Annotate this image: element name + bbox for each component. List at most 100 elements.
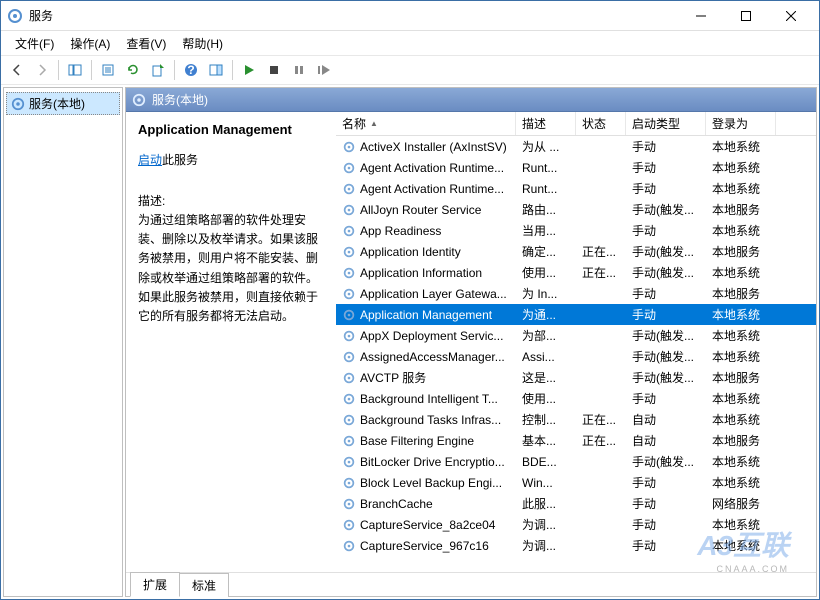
toolbar: ? [1,55,819,85]
table-row[interactable]: CaptureService_967c16为调...手动本地系统 [336,535,816,556]
cell-logon: 本地系统 [706,327,776,344]
cell-logon: 本地系统 [706,222,776,239]
view-tabs: 扩展 标准 [126,572,816,596]
cell-start: 手动 [626,222,706,239]
cell-desc: 此服... [516,495,576,512]
action-pane-button[interactable] [204,58,228,82]
cell-logon: 本地系统 [706,306,776,323]
cell-logon: 本地系统 [706,264,776,281]
tree-node-label: 服务(本地) [29,95,85,112]
cell-name: AssignedAccessManager... [336,350,516,364]
cell-start: 自动 [626,411,706,428]
table-row[interactable]: AVCTP 服务这是...手动(触发...本地服务 [336,367,816,388]
forward-button[interactable] [30,58,54,82]
close-button[interactable] [768,2,813,30]
maximize-button[interactable] [723,2,768,30]
col-state[interactable]: 状态 [576,112,626,135]
table-row[interactable]: AppX Deployment Servic...为部...手动(触发...本地… [336,325,816,346]
tab-extended[interactable]: 扩展 [130,572,180,597]
cell-logon: 本地系统 [706,453,776,470]
tree-node-services-local[interactable]: 服务(本地) [6,92,120,115]
menu-view[interactable]: 查看(V) [120,33,172,54]
restart-service-button[interactable] [312,58,336,82]
start-service-button[interactable] [237,58,261,82]
col-name[interactable]: 名称▲ [336,112,516,135]
table-row[interactable]: Base Filtering Engine基本...正在...自动本地服务 [336,430,816,451]
col-desc[interactable]: 描述 [516,112,576,135]
start-suffix: 此服务 [162,153,198,167]
start-service-link[interactable]: 启动 [138,153,162,167]
list-header: 名称▲ 描述 状态 启动类型 登录为 [336,112,816,136]
col-logon[interactable]: 登录为 [706,112,776,135]
detail-panel: Application Management 启动此服务 描述: 为通过组策略部… [126,112,336,572]
col-start[interactable]: 启动类型 [626,112,706,135]
cell-desc: Win... [516,476,576,490]
cell-desc: 使用... [516,264,576,281]
show-hide-tree-button[interactable] [63,58,87,82]
table-row[interactable]: CaptureService_8a2ce04为调...手动本地系统 [336,514,816,535]
cell-logon: 本地服务 [706,369,776,386]
table-row[interactable]: Agent Activation Runtime...Runt...手动本地系统 [336,178,816,199]
cell-name: Base Filtering Engine [336,434,516,448]
services-icon [132,93,146,107]
refresh-button[interactable] [121,58,145,82]
help-button[interactable]: ? [179,58,203,82]
pane-header: 服务(本地) [126,88,816,112]
table-row[interactable]: Application Information使用...正在...手动(触发..… [336,262,816,283]
cell-name: Block Level Backup Engi... [336,476,516,490]
table-row[interactable]: AssignedAccessManager...Assi...手动(触发...本… [336,346,816,367]
table-row[interactable]: Application Layer Gatewa...为 In...手动本地服务 [336,283,816,304]
cell-state: 正在... [576,432,626,449]
table-row[interactable]: Background Tasks Infras...控制...正在...自动本地… [336,409,816,430]
titlebar[interactable]: 服务 [1,1,819,31]
cell-name: Background Intelligent T... [336,392,516,406]
cell-desc: 使用... [516,390,576,407]
export-button[interactable] [146,58,170,82]
cell-start: 手动(触发... [626,201,706,218]
console-tree[interactable]: 服务(本地) [3,87,123,597]
cell-name: Agent Activation Runtime... [336,182,516,196]
table-row[interactable]: Application Management为通...手动本地系统 [336,304,816,325]
properties-button[interactable] [96,58,120,82]
menu-file[interactable]: 文件(F) [9,33,60,54]
cell-start: 手动 [626,390,706,407]
cell-start: 手动 [626,495,706,512]
minimize-button[interactable] [678,2,723,30]
table-row[interactable]: AllJoyn Router Service路由...手动(触发...本地服务 [336,199,816,220]
list-body[interactable]: ActiveX Installer (AxInstSV)为从 ...手动本地系统… [336,136,816,572]
result-pane: 服务(本地) Application Management 启动此服务 描述: … [125,87,817,597]
table-row[interactable]: App Readiness当用...手动本地系统 [336,220,816,241]
table-row[interactable]: Block Level Backup Engi...Win...手动本地系统 [336,472,816,493]
services-icon [11,97,25,111]
pause-service-button[interactable] [287,58,311,82]
menu-help[interactable]: 帮助(H) [176,33,229,54]
cell-logon: 本地系统 [706,411,776,428]
toolbar-separator [91,60,92,80]
detail-start-line: 启动此服务 [138,151,324,168]
back-button[interactable] [5,58,29,82]
services-window: 服务 文件(F) 操作(A) 查看(V) 帮助(H) ? [0,0,820,600]
cell-desc: 这是... [516,369,576,386]
cell-name: Background Tasks Infras... [336,413,516,427]
menubar: 文件(F) 操作(A) 查看(V) 帮助(H) [1,31,819,55]
stop-service-button[interactable] [262,58,286,82]
cell-start: 手动 [626,537,706,554]
table-row[interactable]: ActiveX Installer (AxInstSV)为从 ...手动本地系统 [336,136,816,157]
cell-desc: 当用... [516,222,576,239]
table-row[interactable]: Agent Activation Runtime...Runt...手动本地系统 [336,157,816,178]
cell-start: 手动(触发... [626,369,706,386]
service-list: 名称▲ 描述 状态 启动类型 登录为 ActiveX Installer (Ax… [336,112,816,572]
table-row[interactable]: Application Identity确定...正在...手动(触发...本地… [336,241,816,262]
services-app-icon [7,8,23,24]
cell-start: 自动 [626,432,706,449]
cell-start: 手动 [626,180,706,197]
tab-standard[interactable]: 标准 [179,573,229,597]
table-row[interactable]: Background Intelligent T...使用...手动本地系统 [336,388,816,409]
cell-logon: 本地系统 [706,138,776,155]
desc-text: 为通过组策略部署的软件处理安装、删除以及枚举请求。如果该服务被禁用，则用户将不能… [138,211,324,326]
menu-action[interactable]: 操作(A) [64,33,116,54]
table-row[interactable]: BitLocker Drive Encryptio...BDE...手动(触发.… [336,451,816,472]
cell-logon: 本地服务 [706,432,776,449]
cell-start: 手动(触发... [626,243,706,260]
table-row[interactable]: BranchCache此服...手动网络服务 [336,493,816,514]
